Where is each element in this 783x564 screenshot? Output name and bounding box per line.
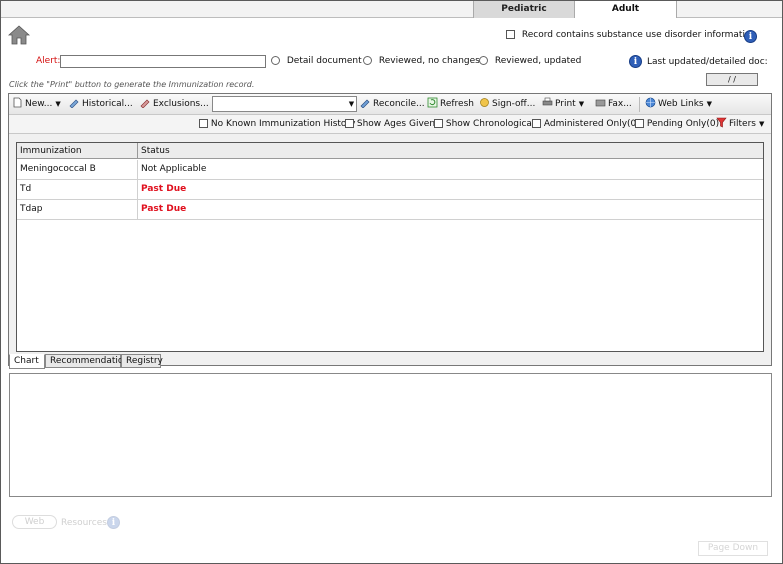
substance-checkbox-row[interactable]: Record contains substance use disorder i… [506,30,756,40]
printer-icon [542,97,553,106]
web-links-button[interactable]: Web Links ▼ [645,97,712,112]
globe-icon [645,97,656,108]
chevron-down-icon[interactable]: ▼ [347,97,356,111]
filter-toolbar: No Known Immunization History Show Ages … [9,115,771,134]
refresh-button[interactable]: Refresh [427,97,474,112]
info-icon[interactable]: i [744,30,757,43]
substance-checkbox[interactable] [506,30,515,39]
no-known-history-checkbox[interactable]: No Known Immunization History [199,117,355,132]
top-tab-bar: Pediatric Adult [1,1,782,18]
tab-chart[interactable]: Chart [9,354,45,369]
info-icon[interactable]: i [629,55,642,68]
immunization-grid: Immunization Status Meningococcal B Not … [16,142,764,352]
radio-reviewed-updated[interactable]: Reviewed, updated [479,56,581,66]
administered-only-checkbox[interactable]: Administered Only(0) [532,117,640,132]
alert-label: Alert: [36,56,61,66]
main-toolbar: New... ▼ Historical... Exclusions... Reco… [9,94,771,115]
substance-label: Record contains substance use disorder i… [521,30,757,40]
sign-off-button[interactable]: Sign-off... [479,97,535,112]
cell-immunization: Td [20,184,32,194]
new-button[interactable]: New... ▼ [12,97,61,112]
web-button[interactable]: Web [12,515,57,529]
cell-status: Past Due [137,200,186,219]
grid-header: Immunization Status [17,143,763,159]
page-down-button[interactable]: Page Down [698,541,768,556]
last-updated-date[interactable]: / / [706,73,758,86]
filters-button[interactable]: Filters ▼ [716,117,764,132]
show-ages-checkbox[interactable]: Show Ages Given [345,117,435,132]
tab-pediatric[interactable]: Pediatric [473,1,575,18]
radio-button[interactable] [363,56,372,65]
reconcile-button[interactable]: Reconcile... [360,97,425,112]
sign-off-icon [480,98,489,107]
detail-panel [9,373,772,497]
column-header-immunization[interactable]: Immunization [17,143,137,159]
alert-input[interactable] [60,55,266,68]
tab-adult[interactable]: Adult [574,1,677,18]
print-button[interactable]: Print ▼ [542,97,584,112]
toolbar-combo[interactable]: ▼ [212,96,357,112]
reconcile-icon [360,99,370,108]
table-row[interactable]: Tdap Past Due [17,200,763,220]
home-icon[interactable] [7,24,31,46]
column-header-status[interactable]: Status [137,143,763,159]
refresh-icon [427,97,438,108]
table-row[interactable]: Td Past Due [17,180,763,200]
fax-icon [595,99,606,107]
exclusion-syringe-icon [140,99,150,108]
radio-detail-document[interactable]: Detail document [271,56,362,66]
funnel-icon [716,117,727,128]
print-hint: Click the "Print" button to generate the… [9,80,255,89]
info-icon[interactable]: i [107,516,120,529]
toolbar-divider [639,97,640,112]
cell-immunization: Tdap [20,204,43,214]
historical-button[interactable]: Historical... [69,97,133,112]
cell-immunization: Meningococcal B [20,164,96,174]
tab-recommendation[interactable]: Recommendation [45,354,129,368]
show-chronological-checkbox[interactable]: Show Chronological [434,117,534,132]
table-row[interactable]: Meningococcal B Not Applicable [17,160,763,180]
new-document-icon [13,97,22,108]
cell-status: Not Applicable [137,160,206,179]
exclusions-button[interactable]: Exclusions... [140,97,209,112]
radio-button[interactable] [479,56,488,65]
radio-reviewed-no-changes[interactable]: Reviewed, no changes [363,56,480,66]
resources-label: Resources [61,518,107,528]
syringe-icon [69,99,79,108]
cell-status: Past Due [137,180,186,199]
last-updated-label: Last updated/detailed doc: [647,57,768,67]
fax-button[interactable]: Fax... [595,97,632,112]
pending-only-checkbox[interactable]: Pending Only(0) [635,117,719,132]
tab-registry[interactable]: Registry [121,354,163,368]
radio-button[interactable] [271,56,280,65]
